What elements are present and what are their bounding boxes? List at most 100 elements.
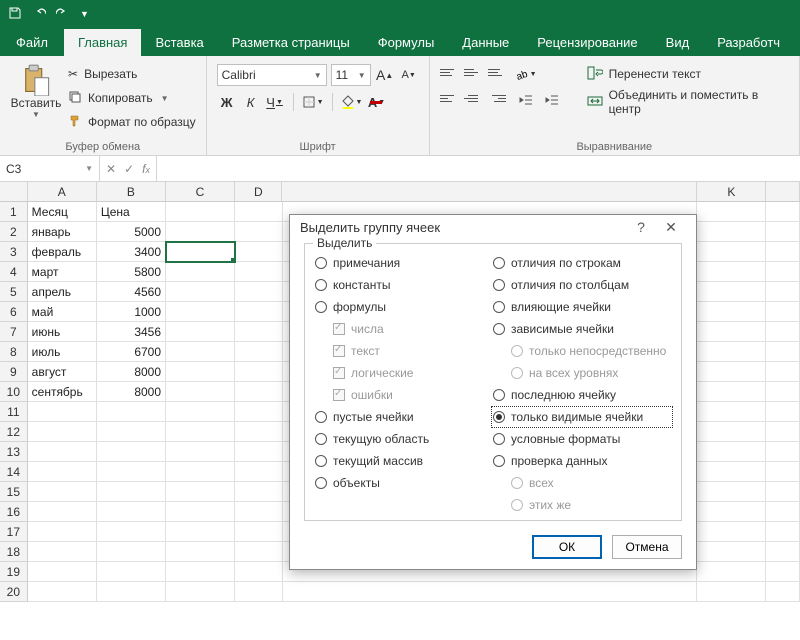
cell[interactable]: [697, 342, 766, 362]
cell[interactable]: 8000: [97, 382, 166, 402]
row-header[interactable]: 15: [0, 482, 28, 502]
row-header[interactable]: 12: [0, 422, 28, 442]
column-header[interactable]: [766, 182, 800, 202]
cell[interactable]: [97, 582, 166, 602]
cell[interactable]: [697, 422, 766, 442]
cell[interactable]: [97, 562, 166, 582]
row-header[interactable]: 4: [0, 262, 28, 282]
row-header[interactable]: 16: [0, 502, 28, 522]
cell[interactable]: 6700: [97, 342, 166, 362]
row-header[interactable]: 9: [0, 362, 28, 382]
row-header[interactable]: 7: [0, 322, 28, 342]
radio-option[interactable]: проверка данных: [493, 452, 671, 470]
cell[interactable]: [97, 462, 166, 482]
cell[interactable]: 3456: [97, 322, 166, 342]
cell[interactable]: [235, 342, 282, 362]
select-all-corner[interactable]: [0, 182, 28, 202]
radio-option[interactable]: только видимые ячейки: [493, 408, 671, 426]
row-header[interactable]: 6: [0, 302, 28, 322]
cell[interactable]: [97, 442, 166, 462]
cell[interactable]: [28, 462, 97, 482]
row-header[interactable]: 8: [0, 342, 28, 362]
bold-button[interactable]: Ж: [217, 92, 237, 112]
row-header[interactable]: 10: [0, 382, 28, 402]
row-header[interactable]: 2: [0, 222, 28, 242]
cell[interactable]: [235, 322, 282, 342]
tab-Рецензирование[interactable]: Рецензирование: [523, 28, 651, 56]
cell[interactable]: [235, 482, 282, 502]
cell[interactable]: [697, 562, 766, 582]
cancel-icon[interactable]: ✕: [106, 162, 116, 176]
copy-button[interactable]: Копировать▼: [68, 88, 196, 108]
cell[interactable]: [766, 402, 800, 422]
cell[interactable]: [697, 442, 766, 462]
cell[interactable]: Цена: [97, 202, 166, 222]
cell[interactable]: [166, 422, 235, 442]
cell[interactable]: [166, 542, 235, 562]
cell[interactable]: [28, 522, 97, 542]
cell[interactable]: [166, 402, 235, 422]
increase-font-icon[interactable]: A▲: [375, 65, 395, 85]
cell[interactable]: [235, 422, 282, 442]
cell[interactable]: [235, 282, 282, 302]
align-middle-button[interactable]: [464, 64, 482, 80]
redo-icon[interactable]: [56, 6, 70, 23]
cell[interactable]: [28, 542, 97, 562]
row-header[interactable]: 11: [0, 402, 28, 422]
cell[interactable]: [697, 502, 766, 522]
font-size-combo[interactable]: 11▼: [331, 64, 371, 86]
cell[interactable]: [166, 382, 235, 402]
tab-file[interactable]: Файл: [0, 28, 64, 56]
cell[interactable]: [235, 242, 282, 262]
save-icon[interactable]: [8, 6, 22, 23]
cell[interactable]: [766, 342, 800, 362]
row-header[interactable]: 1: [0, 202, 28, 222]
radio-option[interactable]: текущую область: [315, 430, 493, 448]
cell[interactable]: [28, 482, 97, 502]
decrease-indent-button[interactable]: [516, 90, 536, 110]
cell[interactable]: [166, 522, 235, 542]
cell[interactable]: [235, 302, 282, 322]
row-header[interactable]: 5: [0, 282, 28, 302]
cell[interactable]: [235, 262, 282, 282]
cell[interactable]: [697, 522, 766, 542]
cell[interactable]: [697, 202, 766, 222]
row-header[interactable]: 14: [0, 462, 28, 482]
undo-icon[interactable]: [32, 6, 46, 23]
cell[interactable]: [766, 242, 800, 262]
merge-center-button[interactable]: Объединить и поместить в центр: [587, 92, 789, 112]
tab-Вставка[interactable]: Вставка: [141, 28, 217, 56]
cell[interactable]: [766, 442, 800, 462]
cell[interactable]: [235, 222, 282, 242]
orientation-button[interactable]: ab▼: [516, 64, 537, 84]
column-header[interactable]: K: [697, 182, 766, 202]
cell[interactable]: [97, 542, 166, 562]
font-name-combo[interactable]: Calibri▼: [217, 64, 327, 86]
cell[interactable]: [166, 262, 235, 282]
cell[interactable]: [766, 562, 800, 582]
cell[interactable]: август: [28, 362, 97, 382]
cell[interactable]: 8000: [97, 362, 166, 382]
column-header[interactable]: D: [235, 182, 282, 202]
cell[interactable]: [766, 542, 800, 562]
cell[interactable]: [166, 362, 235, 382]
cell[interactable]: [697, 462, 766, 482]
cell[interactable]: 1000: [97, 302, 166, 322]
cell[interactable]: [766, 482, 800, 502]
cell[interactable]: [166, 342, 235, 362]
radio-option[interactable]: примечания: [315, 254, 493, 272]
cell[interactable]: [766, 462, 800, 482]
cell[interactable]: [166, 562, 235, 582]
column-header[interactable]: [282, 182, 697, 202]
cell[interactable]: [166, 322, 235, 342]
align-top-button[interactable]: [440, 64, 458, 80]
cell[interactable]: [235, 202, 282, 222]
cell[interactable]: [235, 502, 282, 522]
tab-Разработч[interactable]: Разработч: [703, 28, 794, 56]
cell[interactable]: [766, 302, 800, 322]
cell[interactable]: [697, 362, 766, 382]
cancel-button[interactable]: Отмена: [612, 535, 682, 559]
cell[interactable]: [235, 462, 282, 482]
ok-button[interactable]: ОК: [532, 535, 602, 559]
enter-icon[interactable]: ✓: [124, 162, 134, 176]
